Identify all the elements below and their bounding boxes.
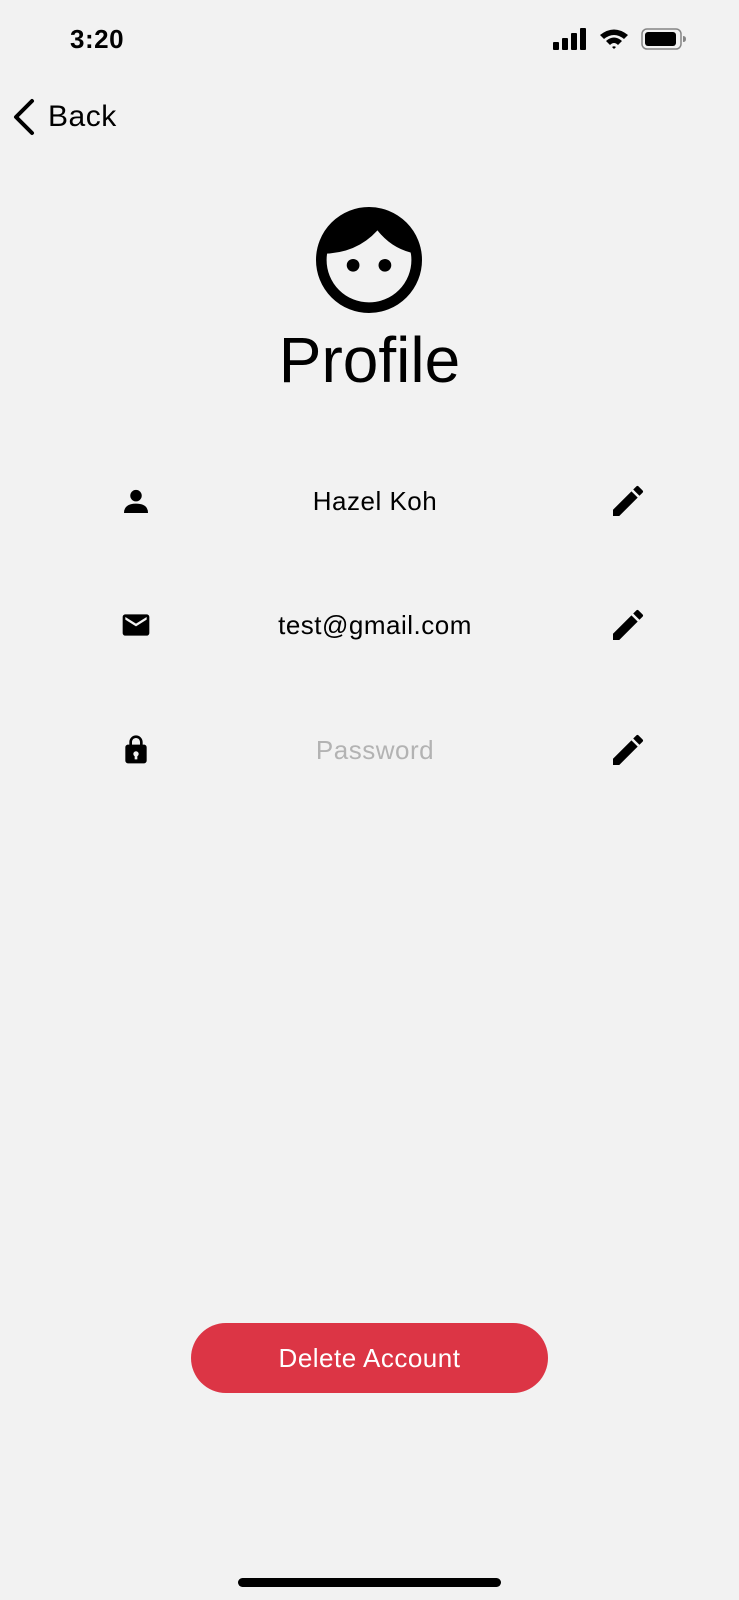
edit-name-pencil-icon[interactable] [608, 481, 648, 521]
edit-email-pencil-icon[interactable] [608, 605, 648, 645]
battery-icon [641, 28, 686, 50]
back-button[interactable]: Back [12, 94, 117, 140]
home-indicator[interactable] [238, 1578, 501, 1587]
password-field[interactable]: Password [180, 720, 570, 780]
email-row: test@gmail.com [120, 595, 660, 655]
cellular-signal-icon [553, 28, 586, 50]
face-icon [316, 207, 422, 313]
name-row: Hazel Koh [120, 471, 660, 531]
chevron-left-icon [14, 99, 34, 135]
mail-icon [122, 614, 150, 636]
wifi-icon [600, 29, 628, 49]
delete-account-button[interactable]: Delete Account [191, 1323, 548, 1393]
password-row: Password [120, 720, 660, 780]
name-value: Hazel Koh [312, 486, 438, 516]
page-title: Profile [278, 324, 461, 396]
person-icon [124, 489, 148, 513]
back-label: Back [48, 100, 117, 133]
status-icons [553, 28, 687, 50]
status-time: 3:20 [70, 24, 125, 54]
email-value: test@gmail.com [278, 610, 472, 640]
edit-password-pencil-icon[interactable] [608, 730, 648, 770]
lock-icon [125, 735, 147, 764]
